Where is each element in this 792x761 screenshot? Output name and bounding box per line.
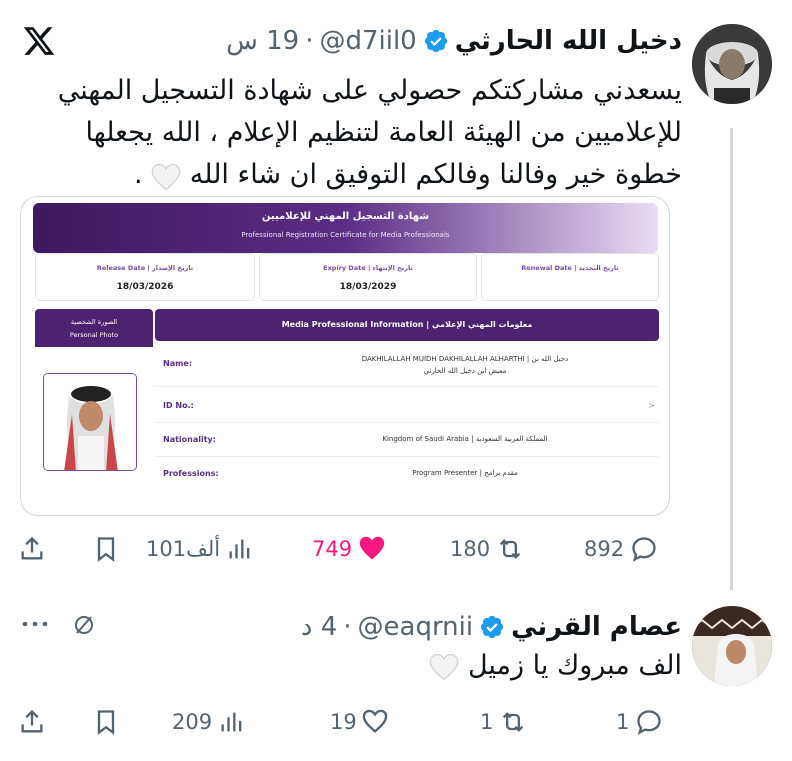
renewal-date-label: Renewal Date | تاريخ التجديد [521, 264, 619, 272]
expiry-date-box: Expiry Date | تاريخ الإنتهاء 18/03/2029 [259, 253, 477, 301]
share-icon [21, 709, 43, 733]
views-count: 209 [172, 710, 213, 734]
reply-text: الف مبروك يا زميل [429, 650, 682, 681]
name-value-line2: معيض ابن دخيل الله الحارثي [423, 367, 507, 375]
heart-outline-icon [362, 709, 387, 733]
expiry-date-label: Expiry Date | تاريخ الإنتهاء [323, 264, 413, 272]
views-icon [229, 539, 250, 559]
reply-author-avatar[interactable] [692, 606, 772, 686]
renewal-date-box: Renewal Date | تاريخ التجديد [481, 253, 659, 301]
share-icon [21, 536, 43, 560]
replies-count: 1 [616, 710, 630, 734]
photo-label-ar: الصورة الشخصية [70, 318, 118, 326]
views-count: 101ألف [146, 537, 221, 561]
info-row-nationality: Nationality: Kingdom of Saudi Arabia | ا… [155, 423, 659, 457]
tweet-header: دخيل الله الحارثي @d7iil0 · 19 س [226, 26, 682, 56]
id-value: > [648, 401, 655, 410]
photo-label-en: Personal Photo [69, 331, 119, 339]
expiry-date-value: 18/03/2029 [339, 282, 397, 292]
bookmark-button[interactable] [92, 706, 120, 738]
author-handle[interactable]: @d7iil0 [319, 26, 416, 56]
certificate-subtitle: Professional Registration Certificate fo… [241, 231, 450, 239]
retweets-count: 1 [480, 710, 494, 734]
reply-actions: 209 19 1 1 [18, 706, 670, 738]
id-label: ID No.: [163, 401, 194, 410]
white-heart-icon [429, 653, 459, 681]
views-button[interactable]: 101ألف [146, 533, 254, 565]
reply-button[interactable]: 1 [616, 706, 663, 738]
release-date-label: Release Date | تاريخ الإصدار [96, 264, 194, 272]
tweet-time[interactable]: 19 س [226, 26, 299, 56]
retweet-icon [499, 539, 521, 559]
retweet-icon [503, 712, 524, 732]
bookmark-button[interactable] [92, 533, 120, 565]
reply-icon [632, 537, 656, 562]
separator-dot: · [343, 612, 352, 642]
bookmark-icon [97, 710, 115, 735]
replies-count: 892 [584, 537, 625, 561]
grok-icon[interactable] [72, 613, 96, 637]
x-logo-icon[interactable] [22, 24, 56, 58]
views-button[interactable]: 209 [172, 706, 246, 738]
like-button[interactable]: 749 [312, 533, 386, 565]
name-value-line1: DAKHILALLAH MUIDH DAKHILALLAH ALHARTHI |… [361, 355, 569, 363]
professions-label: Professions: [163, 469, 219, 478]
info-header: Media Professional Information | معلومات… [155, 309, 659, 341]
info-row-professions: Professions: Program Presenter | مقدم بر… [155, 457, 659, 491]
info-row-name: Name: DAKHILALLAH MUIDH DAKHILALLAH ALHA… [155, 347, 659, 387]
reply-author-handle[interactable]: @eaqrnii [358, 612, 474, 642]
tweet-text: يسعدني مشاركتكم حصولي على شهادة التسجيل … [0, 70, 682, 196]
share-button[interactable] [18, 533, 46, 565]
retweet-button[interactable]: 180 [450, 533, 524, 565]
photo-header: الصورة الشخصية Personal Photo [35, 309, 153, 347]
release-date-box: Release Date | تاريخ الإصدار 18/03/2026 [35, 253, 255, 301]
nationality-label: Nationality: [163, 435, 216, 444]
likes-count: 749 [312, 537, 353, 561]
share-button[interactable] [18, 706, 46, 738]
row-divider [155, 386, 659, 387]
verified-badge-icon [423, 28, 449, 54]
reply-button[interactable]: 892 [584, 533, 658, 565]
tweet-text-segment: خطوة خير وفالنا وفالكم التوفيق ان شاء ال… [189, 159, 682, 190]
heart-filled-icon [359, 536, 385, 560]
release-date-value: 18/03/2026 [116, 282, 174, 292]
tweet-text-line: خطوة خير وفالنا وفالكم التوفيق ان شاء ال… [0, 154, 682, 196]
certificate-header: شهادة التسجيل المهني للإعلاميين Professi… [33, 203, 658, 253]
nationality-value: Kingdom of Saudi Arabia | المملكة العربي… [382, 435, 548, 443]
tweet-text-line: يسعدني مشاركتكم حصولي على شهادة التسجيل … [57, 75, 682, 106]
reply-text-content: الف مبروك يا زميل [467, 650, 682, 681]
name-label: Name: [163, 359, 193, 368]
certificate-title: شهادة التسجيل المهني للإعلاميين [261, 211, 430, 222]
reply-icon [637, 710, 662, 735]
tweet-text-line: للإعلاميين من الهيئة العامة لتنظيم الإعل… [85, 117, 682, 148]
reply-header: عصام القرني @eaqrnii · 4 د [301, 612, 682, 642]
info-row-id: ID No.: > [155, 389, 659, 423]
separator-dot: · [305, 26, 314, 56]
white-heart-icon [151, 162, 181, 190]
retweets-count: 180 [450, 537, 491, 561]
likes-count: 19 [330, 710, 357, 734]
reply-author-name[interactable]: عصام القرني [511, 612, 682, 642]
reply-time[interactable]: 4 د [301, 612, 337, 642]
like-button[interactable]: 19 [330, 706, 389, 738]
bookmark-icon [97, 537, 115, 562]
author-avatar[interactable] [692, 24, 772, 104]
certificate-image[interactable]: شهادة التسجيل المهني للإعلاميين Professi… [20, 196, 670, 516]
tweet-text-period: . [134, 159, 143, 190]
views-icon [221, 712, 242, 732]
thread-line [730, 128, 733, 590]
professions-value: Program Presenter | مقدم برامج [412, 469, 518, 477]
retweet-button[interactable]: 1 [480, 706, 527, 738]
personal-photo [43, 373, 137, 471]
verified-badge-icon [479, 614, 505, 640]
author-name[interactable]: دخيل الله الحارثي [455, 26, 682, 56]
more-options-icon[interactable] [20, 614, 50, 634]
tweet-actions: 101ألف 749 180 892 [18, 533, 670, 565]
